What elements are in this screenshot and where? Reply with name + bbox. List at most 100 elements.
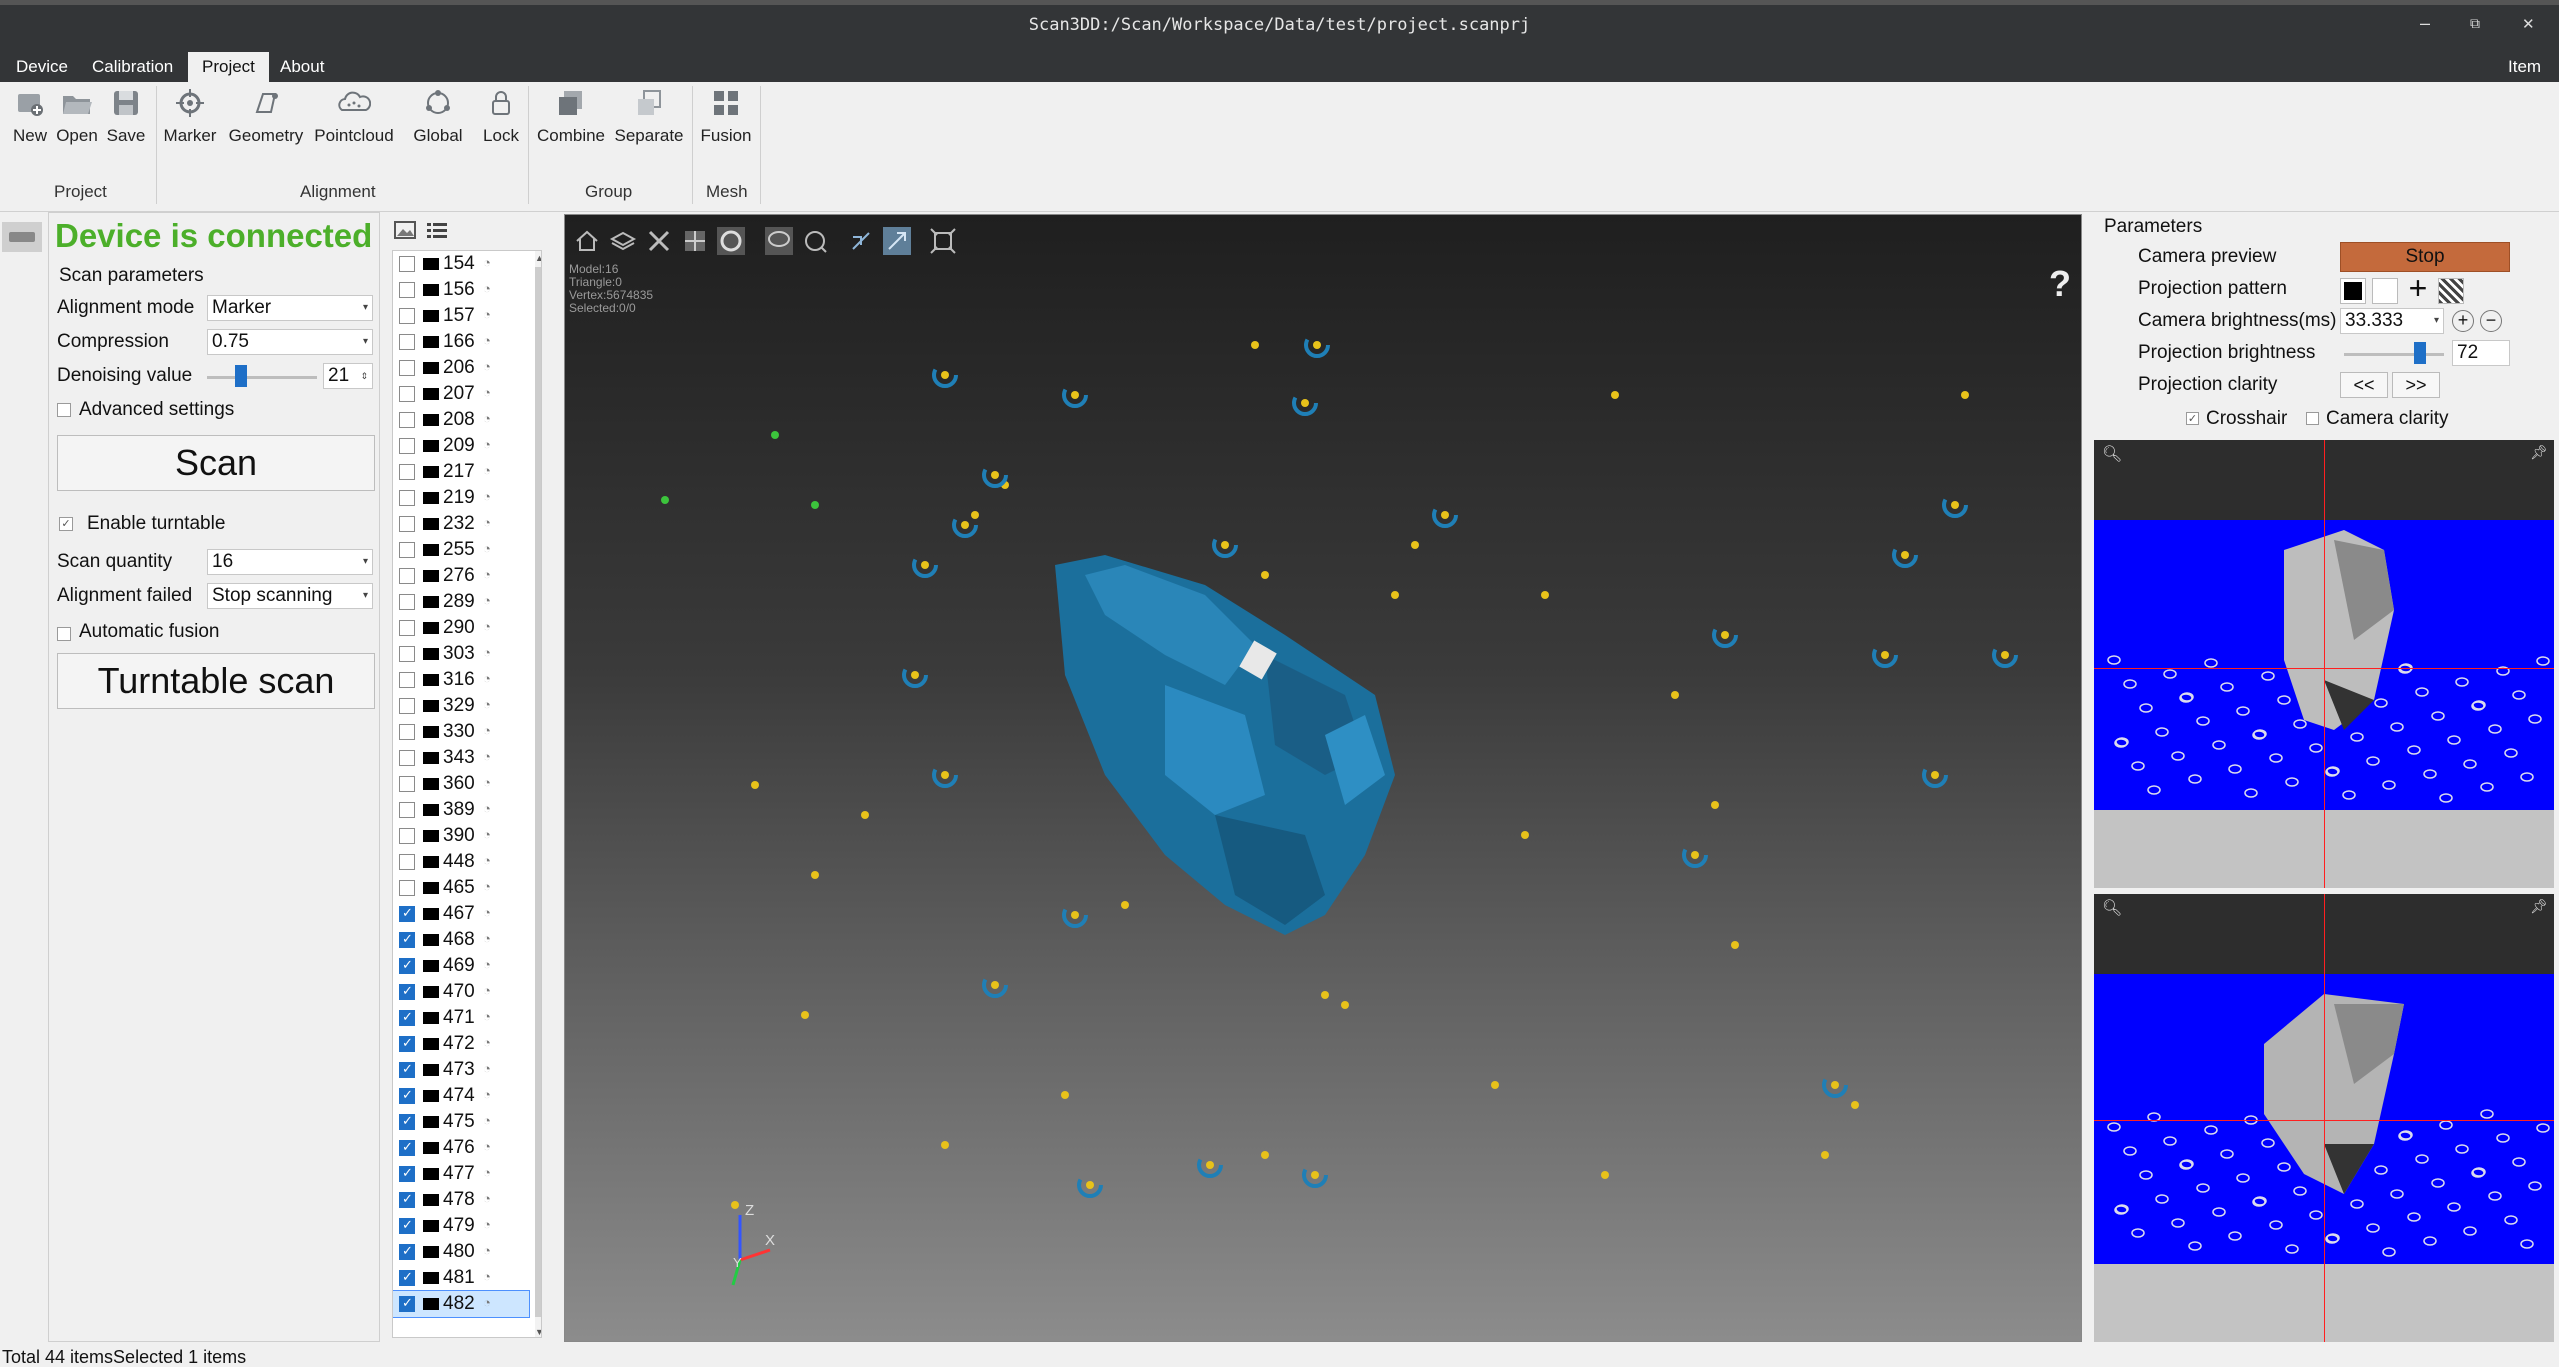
list-item[interactable]: 472 ◔ [393, 1031, 529, 1057]
combine-button[interactable]: Combine [534, 86, 608, 146]
list-item-checkbox[interactable] [399, 1243, 415, 1260]
list-item-checkbox[interactable] [399, 646, 415, 662]
list-item-checkbox[interactable] [399, 490, 415, 506]
list-item-checkbox[interactable] [399, 1139, 415, 1156]
list-item-checkbox[interactable] [399, 282, 415, 298]
list-item[interactable]: 480 ◔ [393, 1239, 529, 1265]
list-item[interactable]: 482 ◔ [393, 1290, 530, 1318]
pin-icon[interactable]: 📌︎ [2530, 898, 2548, 915]
list-item-checkbox[interactable] [399, 1113, 415, 1130]
list-item-checkbox[interactable] [399, 412, 415, 428]
list-item-checkbox[interactable] [399, 334, 415, 350]
list-item[interactable]: 479 ◔ [393, 1213, 529, 1239]
list-item[interactable]: 465 ◔ [393, 875, 529, 901]
compression-select[interactable]: 0.75 ▾ [207, 329, 373, 355]
alignment-mode-select[interactable]: Marker ▾ [207, 295, 373, 321]
list-item-checkbox[interactable] [399, 957, 415, 974]
magnifier-icon[interactable]: 🔍︎ [2102, 898, 2122, 918]
list-item-checkbox[interactable] [399, 905, 415, 922]
scan-button[interactable]: Scan [57, 435, 375, 491]
list-item-checkbox[interactable] [399, 1295, 415, 1312]
list-item-checkbox[interactable] [399, 620, 415, 636]
crosshair-pattern-icon[interactable]: + [2404, 272, 2432, 304]
zoom-out-icon[interactable]: − [2480, 310, 2502, 332]
list-item-checkbox[interactable] [399, 750, 415, 766]
enable-turntable-checkbox[interactable]: ✓ [59, 517, 73, 531]
list-item-checkbox[interactable] [399, 698, 415, 714]
camera-view-right[interactable]: 🔍︎ 📌︎ [2094, 894, 2554, 1342]
camera-brightness-spinbox[interactable]: 33.333 ▾ [2340, 308, 2444, 334]
list-item[interactable]: 207 ◔ [393, 381, 529, 407]
list-item[interactable]: 154 ◔ [393, 251, 529, 277]
list-item-checkbox[interactable] [399, 542, 415, 558]
list-view-icon[interactable] [426, 220, 448, 240]
list-item[interactable]: 316 ◔ [393, 667, 529, 693]
list-item-checkbox[interactable] [399, 308, 415, 324]
list-item[interactable]: 156 ◔ [393, 277, 529, 303]
list-item-checkbox[interactable] [399, 931, 415, 948]
zoom-in-icon[interactable]: + [2452, 310, 2474, 332]
list-item[interactable]: 471 ◔ [393, 1005, 529, 1031]
pin-icon[interactable]: 📌︎ [2530, 444, 2548, 461]
list-item-checkbox[interactable] [399, 256, 415, 272]
list-item[interactable]: 290 ◔ [393, 615, 529, 641]
stop-button[interactable]: Stop [2340, 242, 2510, 272]
lock-button[interactable]: Lock [478, 86, 524, 146]
list-item-checkbox[interactable] [399, 360, 415, 376]
list-item-checkbox[interactable] [399, 464, 415, 480]
list-item[interactable]: 478 ◔ [393, 1187, 529, 1213]
list-item[interactable]: 475 ◔ [393, 1109, 529, 1135]
list-item[interactable]: 206 ◔ [393, 355, 529, 381]
minimize-button[interactable]: – [2420, 13, 2430, 34]
projection-brightness-handle[interactable] [2414, 342, 2426, 364]
3d-viewport[interactable]: Model:16 Triangle:0 Vertex:5674835 Selec… [564, 214, 2082, 1342]
list-item-checkbox[interactable] [399, 386, 415, 402]
list-item[interactable]: 473 ◔ [393, 1057, 529, 1083]
projection-brightness-input[interactable]: 72 [2452, 340, 2510, 366]
list-item-checkbox[interactable] [399, 594, 415, 610]
fusion-button[interactable]: Fusion [698, 86, 754, 146]
camera-clarity-checkbox[interactable] [2306, 412, 2319, 425]
list-item[interactable]: 469 ◔ [393, 953, 529, 979]
list-item[interactable]: 343 ◔ [393, 745, 529, 771]
list-item-checkbox[interactable] [399, 1191, 415, 1208]
list-item[interactable]: 470 ◔ [393, 979, 529, 1005]
list-item[interactable]: 481 ◔ [393, 1265, 529, 1291]
list-item[interactable]: 360 ◔ [393, 771, 529, 797]
denoising-spinbox[interactable]: 21 ⇕ [323, 363, 373, 389]
projection-brightness-track[interactable] [2344, 353, 2444, 356]
list-item[interactable]: 389 ◔ [393, 797, 529, 823]
separate-button[interactable]: Separate [612, 86, 686, 146]
list-item-checkbox[interactable] [399, 672, 415, 688]
pattern-black-button[interactable] [2340, 278, 2366, 304]
list-item-checkbox[interactable] [399, 516, 415, 532]
new-button[interactable]: New [10, 86, 50, 146]
list-item[interactable]: 217 ◔ [393, 459, 529, 485]
list-item[interactable]: 208 ◔ [393, 407, 529, 433]
list-item[interactable]: 255 ◔ [393, 537, 529, 563]
list-item-checkbox[interactable] [399, 983, 415, 1000]
list-item[interactable]: 232 ◔ [393, 511, 529, 537]
crosshair-checkbox[interactable]: ✓ [2186, 412, 2199, 425]
list-item[interactable]: 330 ◔ [393, 719, 529, 745]
pattern-grid-button[interactable] [2438, 278, 2464, 304]
list-item-checkbox[interactable] [399, 776, 415, 792]
automatic-fusion-checkbox[interactable] [57, 627, 71, 641]
pattern-white-button[interactable] [2372, 278, 2398, 304]
turntable-scan-button[interactable]: Turntable scan [57, 653, 375, 709]
list-item[interactable]: 157 ◔ [393, 303, 529, 329]
magnifier-icon[interactable]: 🔍︎ [2102, 444, 2122, 464]
scroll-up-icon[interactable]: ▲ [535, 253, 541, 263]
menu-project[interactable]: Project [188, 52, 269, 82]
save-button[interactable]: Save [106, 86, 146, 146]
list-item-checkbox[interactable] [399, 1087, 415, 1104]
list-item[interactable]: 329 ◔ [393, 693, 529, 719]
denoising-slider-handle[interactable] [235, 365, 247, 387]
list-item-checkbox[interactable] [399, 438, 415, 454]
list-item[interactable]: 468 ◔ [393, 927, 529, 953]
list-item-checkbox[interactable] [399, 1009, 415, 1026]
clarity-decrease-button[interactable]: << [2340, 372, 2388, 398]
list-item-checkbox[interactable] [399, 1061, 415, 1078]
camera-view-left[interactable]: 🔍︎ 📌︎ [2094, 440, 2554, 888]
clarity-increase-button[interactable]: >> [2392, 372, 2440, 398]
